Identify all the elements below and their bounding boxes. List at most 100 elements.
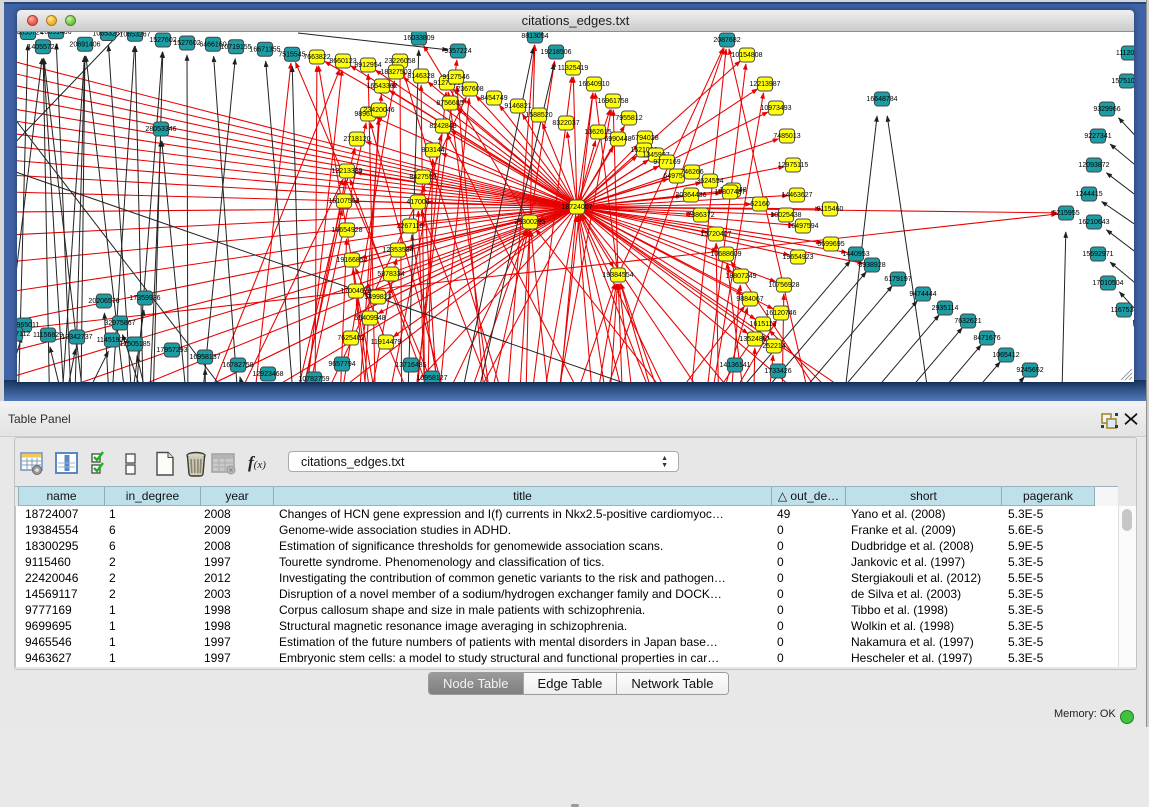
svg-text:14136141: 14136141 [719,362,750,369]
svg-text:7485013: 7485013 [773,133,800,140]
svg-text:12923468: 12923468 [252,371,283,378]
svg-text:5499822: 5499822 [364,294,391,301]
svg-text:8699695: 8699695 [817,241,844,248]
svg-text:16782759: 16782759 [222,362,253,369]
svg-text:7886372: 7886372 [687,212,714,219]
svg-text:7955812: 7955812 [615,115,642,122]
svg-text:8322037: 8322037 [552,120,579,127]
svg-text:15720407: 15720407 [700,231,731,238]
svg-text:10688609: 10688609 [710,251,741,258]
svg-text:16210643: 16210643 [1078,219,1109,226]
svg-text:8912954: 8912954 [354,62,381,69]
svg-text:1733426: 1733426 [764,368,791,375]
svg-text:18724007: 18724007 [561,204,592,211]
svg-text:16648784: 16648784 [866,96,897,103]
svg-text:9657794: 9657794 [328,361,355,368]
svg-text:19218506: 19218506 [540,49,571,56]
svg-text:9329966: 9329966 [1093,106,1120,113]
svg-text:417006: 417006 [406,199,429,206]
svg-text:10154808: 10154808 [731,52,762,59]
svg-text:16120746: 16120746 [765,310,796,317]
svg-text:12093872: 12093872 [1078,162,1109,169]
svg-text:8938928: 8938928 [858,262,885,269]
svg-text:1362615: 1362615 [584,129,611,136]
svg-text:6794028: 6794028 [631,135,658,142]
svg-text:7625402: 7625402 [337,335,364,342]
svg-text:10973493: 10973493 [760,105,791,112]
svg-text:10025438: 10025438 [770,212,801,219]
svg-text:23226058: 23226058 [384,58,415,65]
svg-text:6179197: 6179197 [884,276,911,283]
svg-text:10719155: 10719155 [220,44,251,51]
svg-text:20691406: 20691406 [69,41,100,48]
svg-text:19166852: 19166852 [336,257,367,264]
svg-text:10756928: 10756928 [768,282,799,289]
svg-text:12213389: 12213389 [331,168,362,175]
svg-text:55409948: 55409948 [354,315,385,322]
svg-text:15751074: 15751074 [1111,78,1134,85]
svg-text:12342737: 12342737 [61,334,92,341]
svg-text:14055724: 14055724 [27,44,58,51]
svg-text:17010504: 17010504 [1092,280,1123,287]
svg-text:19384554: 19384554 [602,272,633,279]
svg-text:12975115: 12975115 [778,162,809,169]
svg-text:1527602: 1527602 [173,40,200,47]
svg-text:5215955: 5215955 [1052,210,1079,217]
svg-text:8756685: 8756685 [436,100,463,107]
svg-text:8146328: 8146328 [407,73,434,80]
svg-text:10653267: 10653267 [119,32,150,38]
svg-text:9115460: 9115460 [817,206,844,213]
svg-text:5878334: 5878334 [377,271,404,278]
svg-text:28053346: 28053346 [145,126,176,133]
svg-text:17359936: 17359936 [129,295,160,302]
svg-text:8454749: 8454749 [480,95,507,102]
svg-text:1244415: 1244415 [1075,191,1102,198]
svg-text:11325419: 11325419 [558,65,589,72]
svg-text:2718120: 2718120 [343,136,370,143]
svg-text:746266: 746266 [680,169,703,176]
svg-text:8813054: 8813054 [521,33,548,40]
svg-text:9474444: 9474444 [909,291,936,298]
svg-text:18807249: 18807249 [725,273,756,280]
svg-text:8242848: 8242848 [429,123,456,130]
svg-text:15692971: 15692971 [1082,251,1113,258]
svg-text:32975867: 32975867 [104,320,135,327]
svg-text:9777169: 9777169 [653,159,680,166]
svg-text:7632621: 7632621 [954,318,981,325]
svg-text:16671355: 16671355 [249,46,280,53]
svg-text:9127546: 9127546 [442,74,469,81]
svg-text:16107552: 16107552 [328,198,359,205]
svg-text:25300295: 25300295 [514,219,545,226]
svg-text:7515545: 7515545 [278,51,305,58]
svg-text:12213987: 12213987 [749,81,780,88]
svg-text:16654928: 16654928 [331,227,362,234]
svg-text:62160: 62160 [750,201,770,208]
svg-text:9884067: 9884067 [736,296,763,303]
svg-text:1588520: 1588520 [525,112,552,119]
svg-text:9357224: 9357224 [444,48,471,55]
svg-text:10807487: 10807487 [714,189,745,196]
svg-text:12353584: 12353584 [382,247,413,254]
svg-text:3624554: 3624554 [696,178,723,185]
svg-text:16958137: 16958137 [189,354,220,361]
svg-text:1167534: 1167534 [1111,307,1134,314]
svg-text:16961758: 16961758 [597,98,628,105]
svg-text:10958127: 10958127 [416,375,447,382]
svg-text:20364436: 20364436 [675,192,706,199]
svg-text:8660123: 8660123 [329,58,356,65]
svg-text:19654923: 19654923 [782,254,813,261]
svg-text:16033809: 16033809 [403,35,434,42]
svg-text:6990448: 6990448 [604,136,631,143]
svg-text:8427552: 8427552 [409,174,436,181]
svg-text:11156829: 11156829 [33,332,63,339]
svg-text:2367608: 2367608 [456,86,483,93]
svg-text:16497594: 16497594 [787,223,818,230]
svg-text:9245652: 9245652 [1016,367,1043,374]
svg-text:16640910: 16640910 [578,81,609,88]
svg-text:39157112: 39157112 [17,331,30,338]
svg-text:13716485: 13716485 [395,362,426,369]
svg-text:11914479: 11914479 [371,339,402,346]
svg-text:9146821: 9146821 [504,103,531,110]
svg-text:3267110: 3267110 [397,223,424,230]
svg-text:9227341: 9227341 [1084,133,1111,140]
